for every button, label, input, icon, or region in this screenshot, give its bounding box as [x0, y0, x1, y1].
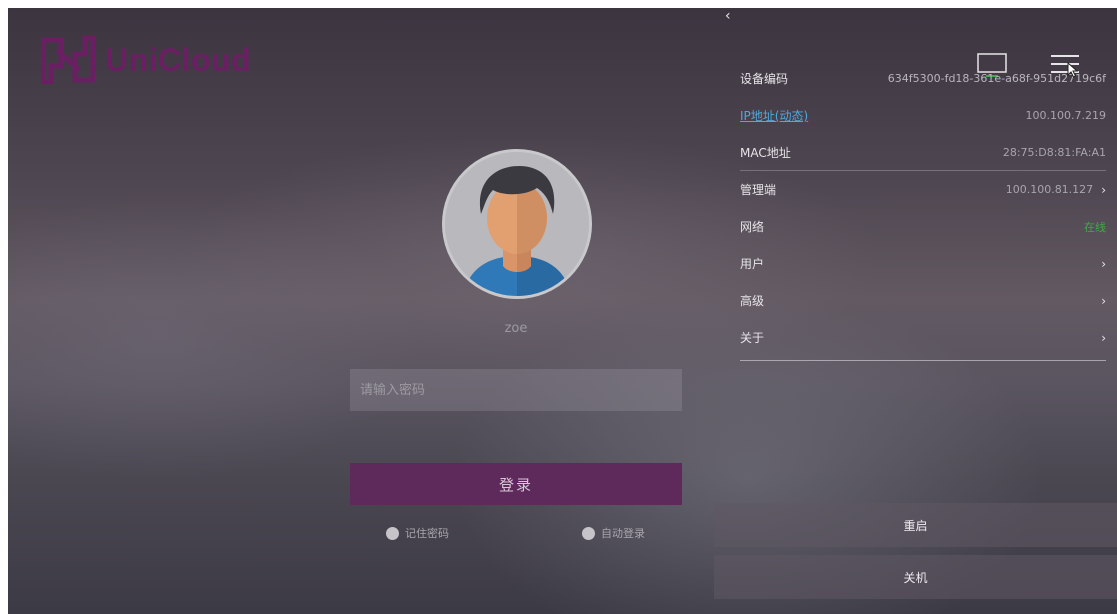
- logo-text: UniCloud: [105, 41, 252, 78]
- advanced-label: 高级: [740, 294, 765, 308]
- device-code-label: 设备编码: [740, 72, 789, 86]
- username-label: zoe: [504, 321, 528, 336]
- chevron-right-icon: ›: [1101, 293, 1106, 308]
- avatar: [442, 149, 592, 299]
- mac-address-label: MAC地址: [740, 145, 791, 160]
- remember-password-checkbox[interactable]: 记住密码: [386, 525, 449, 541]
- password-input[interactable]: [350, 369, 682, 411]
- management-value: 100.100.81.127: [1005, 183, 1094, 196]
- cursor-icon: [1067, 61, 1081, 82]
- ip-address-value: 100.100.7.219: [1025, 109, 1106, 122]
- remember-password-label: 记住密码: [405, 527, 449, 540]
- chevron-right-icon: ›: [1101, 256, 1106, 271]
- about-label: 关于: [740, 331, 765, 345]
- advanced-row[interactable]: 高级 ›: [740, 282, 1106, 319]
- user-label: 用户: [740, 257, 765, 271]
- ip-address-row[interactable]: IP地址(动态) 100.100.7.219: [740, 97, 1106, 134]
- device-code-row: 设备编码 634f5300-fd18-361e-a68f-951d2719c6f: [740, 60, 1106, 97]
- ip-address-label[interactable]: IP地址(动态): [740, 107, 808, 124]
- auto-login-checkbox[interactable]: 自动登录: [582, 525, 645, 541]
- unicloud-logo-icon: [41, 36, 95, 84]
- about-row[interactable]: 关于 ›: [740, 319, 1106, 356]
- radio-dot-icon: [582, 526, 595, 540]
- chevron-left-icon[interactable]: ‹: [725, 8, 731, 24]
- login-screen: UniCloud zoe 登录 记住密码 自动登录 ‹ 设备编码 634f530…: [8, 8, 1117, 614]
- radio-dot-icon: [386, 526, 399, 540]
- management-label: 管理端: [740, 183, 777, 197]
- shutdown-button[interactable]: 关机: [714, 555, 1117, 599]
- management-row[interactable]: 管理端 100.100.81.127 ›: [740, 171, 1106, 208]
- restart-button[interactable]: 重启: [714, 503, 1117, 547]
- user-row[interactable]: 用户 ›: [740, 245, 1106, 282]
- auto-login-label: 自动登录: [601, 527, 645, 540]
- panel-divider: [740, 360, 1106, 361]
- unicloud-logo: UniCloud: [41, 36, 251, 84]
- network-row: 网络 在线: [740, 208, 1106, 245]
- mac-address-row: MAC地址 28:75:D8:81:FA:A1: [740, 134, 1106, 171]
- avatar-icon: [445, 152, 589, 296]
- network-status-value: 在线: [1084, 220, 1106, 234]
- device-info-panel: 设备编码 634f5300-fd18-361e-a68f-951d2719c6f…: [740, 60, 1106, 361]
- login-button[interactable]: 登录: [350, 463, 682, 505]
- chevron-right-icon: ›: [1101, 182, 1106, 197]
- mac-address-value: 28:75:D8:81:FA:A1: [1002, 145, 1106, 159]
- network-label: 网络: [740, 220, 765, 234]
- chevron-right-icon: ›: [1101, 330, 1106, 345]
